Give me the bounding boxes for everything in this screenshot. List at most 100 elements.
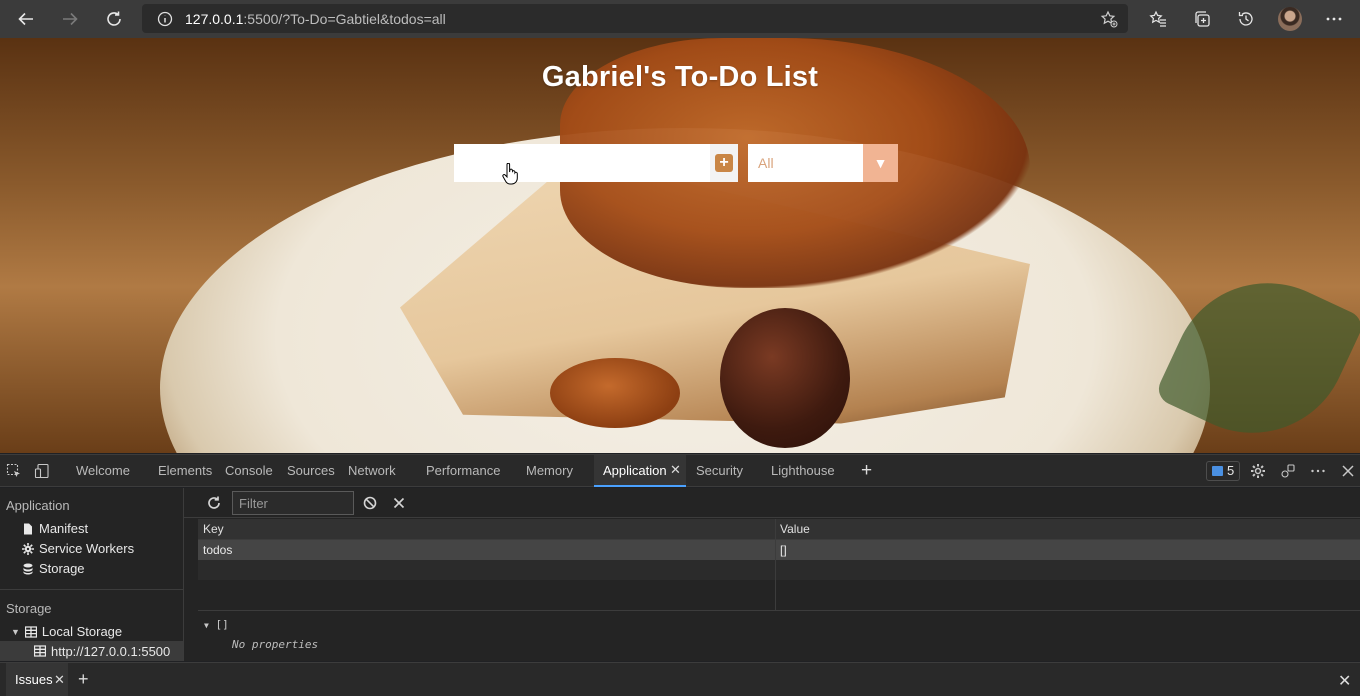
triangle-down-icon: ▼	[873, 155, 888, 171]
hand-cursor-icon	[502, 163, 518, 185]
sidebar-item-label: http://127.0.0.1:5500	[51, 643, 171, 659]
gear-icon[interactable]	[1250, 463, 1266, 479]
filter-select[interactable]: All	[748, 144, 863, 182]
sidebar-item-manifest[interactable]: Manifest	[22, 521, 88, 536]
tab-elements[interactable]: Elements	[158, 455, 212, 487]
close-tab-icon[interactable]: ✕	[670, 462, 681, 478]
clear-all-icon[interactable]	[362, 495, 378, 511]
tab-welcome[interactable]: Welcome	[76, 455, 130, 487]
profile-button[interactable]	[1268, 0, 1312, 38]
issues-count: 5	[1227, 463, 1235, 478]
storage-table: Key Value todos []	[198, 519, 1360, 611]
table-bottom-border	[198, 610, 1360, 611]
preview-root[interactable]: []	[215, 618, 228, 631]
background-photo-cherry	[720, 308, 850, 448]
tab-security[interactable]: Security	[696, 455, 743, 487]
close-devtools-icon[interactable]	[1340, 463, 1356, 479]
tab-lighthouse[interactable]: Lighthouse	[771, 455, 835, 487]
device-emulation-icon[interactable]	[34, 463, 50, 479]
preview-empty-message: No properties	[232, 638, 319, 651]
column-divider[interactable]	[775, 519, 776, 611]
info-icon[interactable]	[157, 11, 173, 27]
collections-icon	[1195, 11, 1210, 27]
arrow-right-icon	[63, 12, 78, 26]
collections-button[interactable]	[1180, 0, 1224, 38]
devtools-tab-bar: Welcome Elements Console Sources Network…	[0, 454, 1360, 487]
sidebar-item-service-workers[interactable]: Service Workers	[22, 541, 134, 556]
column-header-value[interactable]: Value	[780, 522, 810, 536]
table-row[interactable]: todos []	[198, 540, 1360, 560]
plus-square-icon: +	[715, 154, 733, 172]
issues-counter[interactable]: 5	[1206, 461, 1241, 481]
triangle-down-icon[interactable]: ▼	[204, 621, 209, 630]
row-key[interactable]: todos	[203, 543, 232, 557]
filter-selected-value: All	[758, 155, 774, 171]
delete-selected-icon[interactable]	[391, 495, 407, 511]
local-storage-panel: Key Value todos [] ▼ [] No properties	[184, 488, 1360, 661]
storage-toolbar	[184, 488, 1360, 518]
url-path: :5500/?To-Do=Gabtiel&todos=all	[243, 10, 446, 27]
sidebar-section-storage: Storage	[6, 601, 52, 616]
page-viewport: Gabriel's To-Do List + All ▼	[0, 38, 1360, 453]
history-button[interactable]	[1224, 0, 1268, 38]
devtools-drawer: Issues ✕ + ✕	[0, 662, 1360, 696]
tab-memory[interactable]: Memory	[526, 455, 573, 487]
table-row-empty[interactable]	[198, 560, 1360, 580]
address-bar[interactable]: 127.0.0.1:5500/?To-Do=Gabtiel&todos=all	[142, 4, 1128, 33]
sidebar-item-label: Local Storage	[41, 624, 123, 639]
table-icon	[24, 625, 37, 638]
back-button[interactable]	[4, 0, 48, 38]
more-options-icon[interactable]	[1310, 463, 1326, 479]
more-horizontal-icon	[1326, 17, 1342, 21]
drawer-tab-issues[interactable]: Issues ✕	[6, 663, 68, 696]
todo-input[interactable]	[454, 144, 710, 182]
page-title: Gabriel's To-Do List	[541, 61, 819, 93]
refresh-button[interactable]	[92, 0, 136, 38]
sidebar-item-origin[interactable]: http://127.0.0.1:5500	[0, 641, 183, 661]
url-host: 127.0.0.1	[185, 10, 244, 27]
inspect-element-icon[interactable]	[6, 463, 22, 479]
filter-input[interactable]	[232, 491, 354, 515]
url-text[interactable]: 127.0.0.1:5500/?To-Do=Gabtiel&todos=all	[185, 11, 446, 27]
background-photo-sauce-drop	[550, 358, 680, 428]
table-header: Key Value	[198, 519, 1360, 540]
browser-toolbar: 127.0.0.1:5500/?To-Do=Gabtiel&todos=all	[0, 0, 1360, 38]
filter-dropdown-button[interactable]: ▼	[863, 144, 898, 182]
refresh-icon[interactable]	[206, 495, 222, 511]
add-tab-icon[interactable]: +	[861, 455, 872, 487]
favorites-button[interactable]	[1136, 0, 1180, 38]
sidebar-section-application: Application	[6, 498, 70, 513]
tab-sources[interactable]: Sources	[287, 455, 335, 487]
document-icon	[24, 523, 32, 534]
gear-icon	[22, 542, 34, 555]
sidebar-divider	[0, 589, 183, 590]
triangle-down-icon[interactable]: ▼	[11, 627, 20, 637]
sidebar-item-storage[interactable]: Storage	[22, 561, 85, 576]
add-favorite-icon[interactable]	[1100, 10, 1118, 28]
value-preview: ▼ [] No properties	[204, 618, 318, 651]
favorites-icon	[1149, 10, 1166, 27]
column-header-key[interactable]: Key	[203, 522, 224, 536]
tab-network[interactable]: Network	[348, 455, 396, 487]
row-value[interactable]: []	[780, 543, 787, 557]
add-todo-button[interactable]: +	[710, 144, 738, 182]
drawer-tab-label: Issues	[15, 672, 53, 687]
avatar	[1278, 7, 1302, 31]
forward-button[interactable]	[48, 0, 92, 38]
refresh-icon	[107, 11, 121, 26]
close-drawer-icon[interactable]: ✕	[1338, 671, 1351, 691]
sidebar-item-label: Storage	[39, 561, 85, 576]
application-sidebar: Application Manifest Service Workers Sto…	[0, 488, 184, 661]
browser-actions	[1136, 0, 1356, 38]
sidebar-item-local-storage[interactable]: ▼ Local Storage	[11, 624, 122, 639]
settings-more-button[interactable]	[1312, 0, 1356, 38]
arrow-left-icon	[18, 12, 33, 26]
customize-icon[interactable]	[1280, 463, 1296, 479]
add-drawer-tab-icon[interactable]: +	[78, 670, 89, 688]
tab-performance[interactable]: Performance	[426, 455, 500, 487]
tab-console[interactable]: Console	[225, 455, 273, 487]
history-icon	[1238, 12, 1253, 26]
sidebar-item-label: Service Workers	[39, 541, 135, 556]
sidebar-item-label: Manifest	[39, 521, 89, 536]
close-icon[interactable]: ✕	[54, 663, 65, 696]
